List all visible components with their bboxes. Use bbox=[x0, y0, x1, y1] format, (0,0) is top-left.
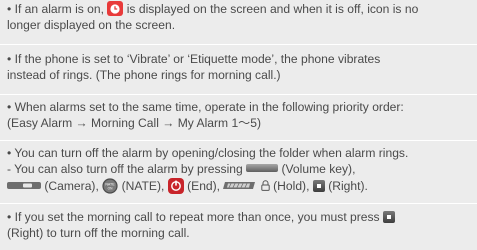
note-vibrate-mode: • If the phone is set to ‘Vibrate’ or ‘E… bbox=[7, 51, 473, 84]
note-text: (NATE), bbox=[121, 178, 165, 193]
note-text: (End), bbox=[187, 178, 221, 193]
note-text: (Camera), bbox=[44, 178, 99, 193]
note-line: instead of rings. (The phone rings for m… bbox=[7, 68, 281, 83]
end-key-icon bbox=[167, 177, 184, 194]
note-line: (Camera), NATE ON (NATE), (End), (Hold),… bbox=[7, 177, 473, 194]
note-morning-call-repeat: • If you set the morning call to repeat … bbox=[7, 209, 473, 242]
nate-on-label: ON bbox=[108, 186, 113, 190]
note-text: (Volume key), bbox=[281, 162, 356, 177]
note-priority-order: • When alarms set to the same time, oper… bbox=[7, 99, 473, 132]
hold-key-icon bbox=[223, 181, 256, 189]
note-line: • If you set the morning call to repeat … bbox=[7, 209, 473, 225]
right-key-icon bbox=[382, 211, 395, 223]
volume-key-icon bbox=[246, 164, 279, 173]
divider bbox=[0, 44, 477, 45]
note-line: • If the phone is set to ‘Vibrate’ or ‘E… bbox=[7, 52, 381, 66]
instruction-notes: • If an alarm is on, is displayed on the… bbox=[0, 0, 477, 250]
note-line: • If an alarm is on, is displayed on the… bbox=[7, 1, 473, 17]
note-turn-off-alarm: • You can turn off the alarm by opening/… bbox=[7, 145, 473, 194]
divider bbox=[0, 140, 477, 141]
nate-key-icon: NATE ON bbox=[102, 178, 118, 194]
note-text: - You can also turn off the alarm by pre… bbox=[7, 162, 243, 177]
right-key-icon bbox=[312, 179, 325, 192]
lock-icon bbox=[261, 180, 270, 191]
alarm-clock-icon bbox=[107, 1, 124, 16]
divider bbox=[0, 94, 477, 95]
note-text: is displayed on the screen and when it i… bbox=[126, 2, 419, 16]
note-line: longer displayed on the screen. bbox=[7, 18, 176, 33]
note-line: • You can turn off the alarm by opening/… bbox=[7, 146, 409, 160]
note-text: • If you set the morning call to repeat … bbox=[7, 210, 380, 224]
note-text: (Right). bbox=[328, 178, 368, 193]
note-text: • If an alarm is on, bbox=[7, 2, 104, 16]
note-alarm-icon: • If an alarm is on, is displayed on the… bbox=[7, 1, 473, 34]
note-line: • When alarms set to the same time, oper… bbox=[7, 100, 404, 114]
camera-key-icon bbox=[7, 181, 41, 189]
note-text: (Hold), bbox=[273, 178, 310, 193]
note-line: (Right) to turn off the morning call. bbox=[7, 226, 190, 241]
note-line: - You can also turn off the alarm by pre… bbox=[7, 161, 473, 177]
note-line: (Easy Alarm → Morning Call → My Alarm 1～… bbox=[7, 116, 262, 131]
divider bbox=[0, 203, 477, 204]
